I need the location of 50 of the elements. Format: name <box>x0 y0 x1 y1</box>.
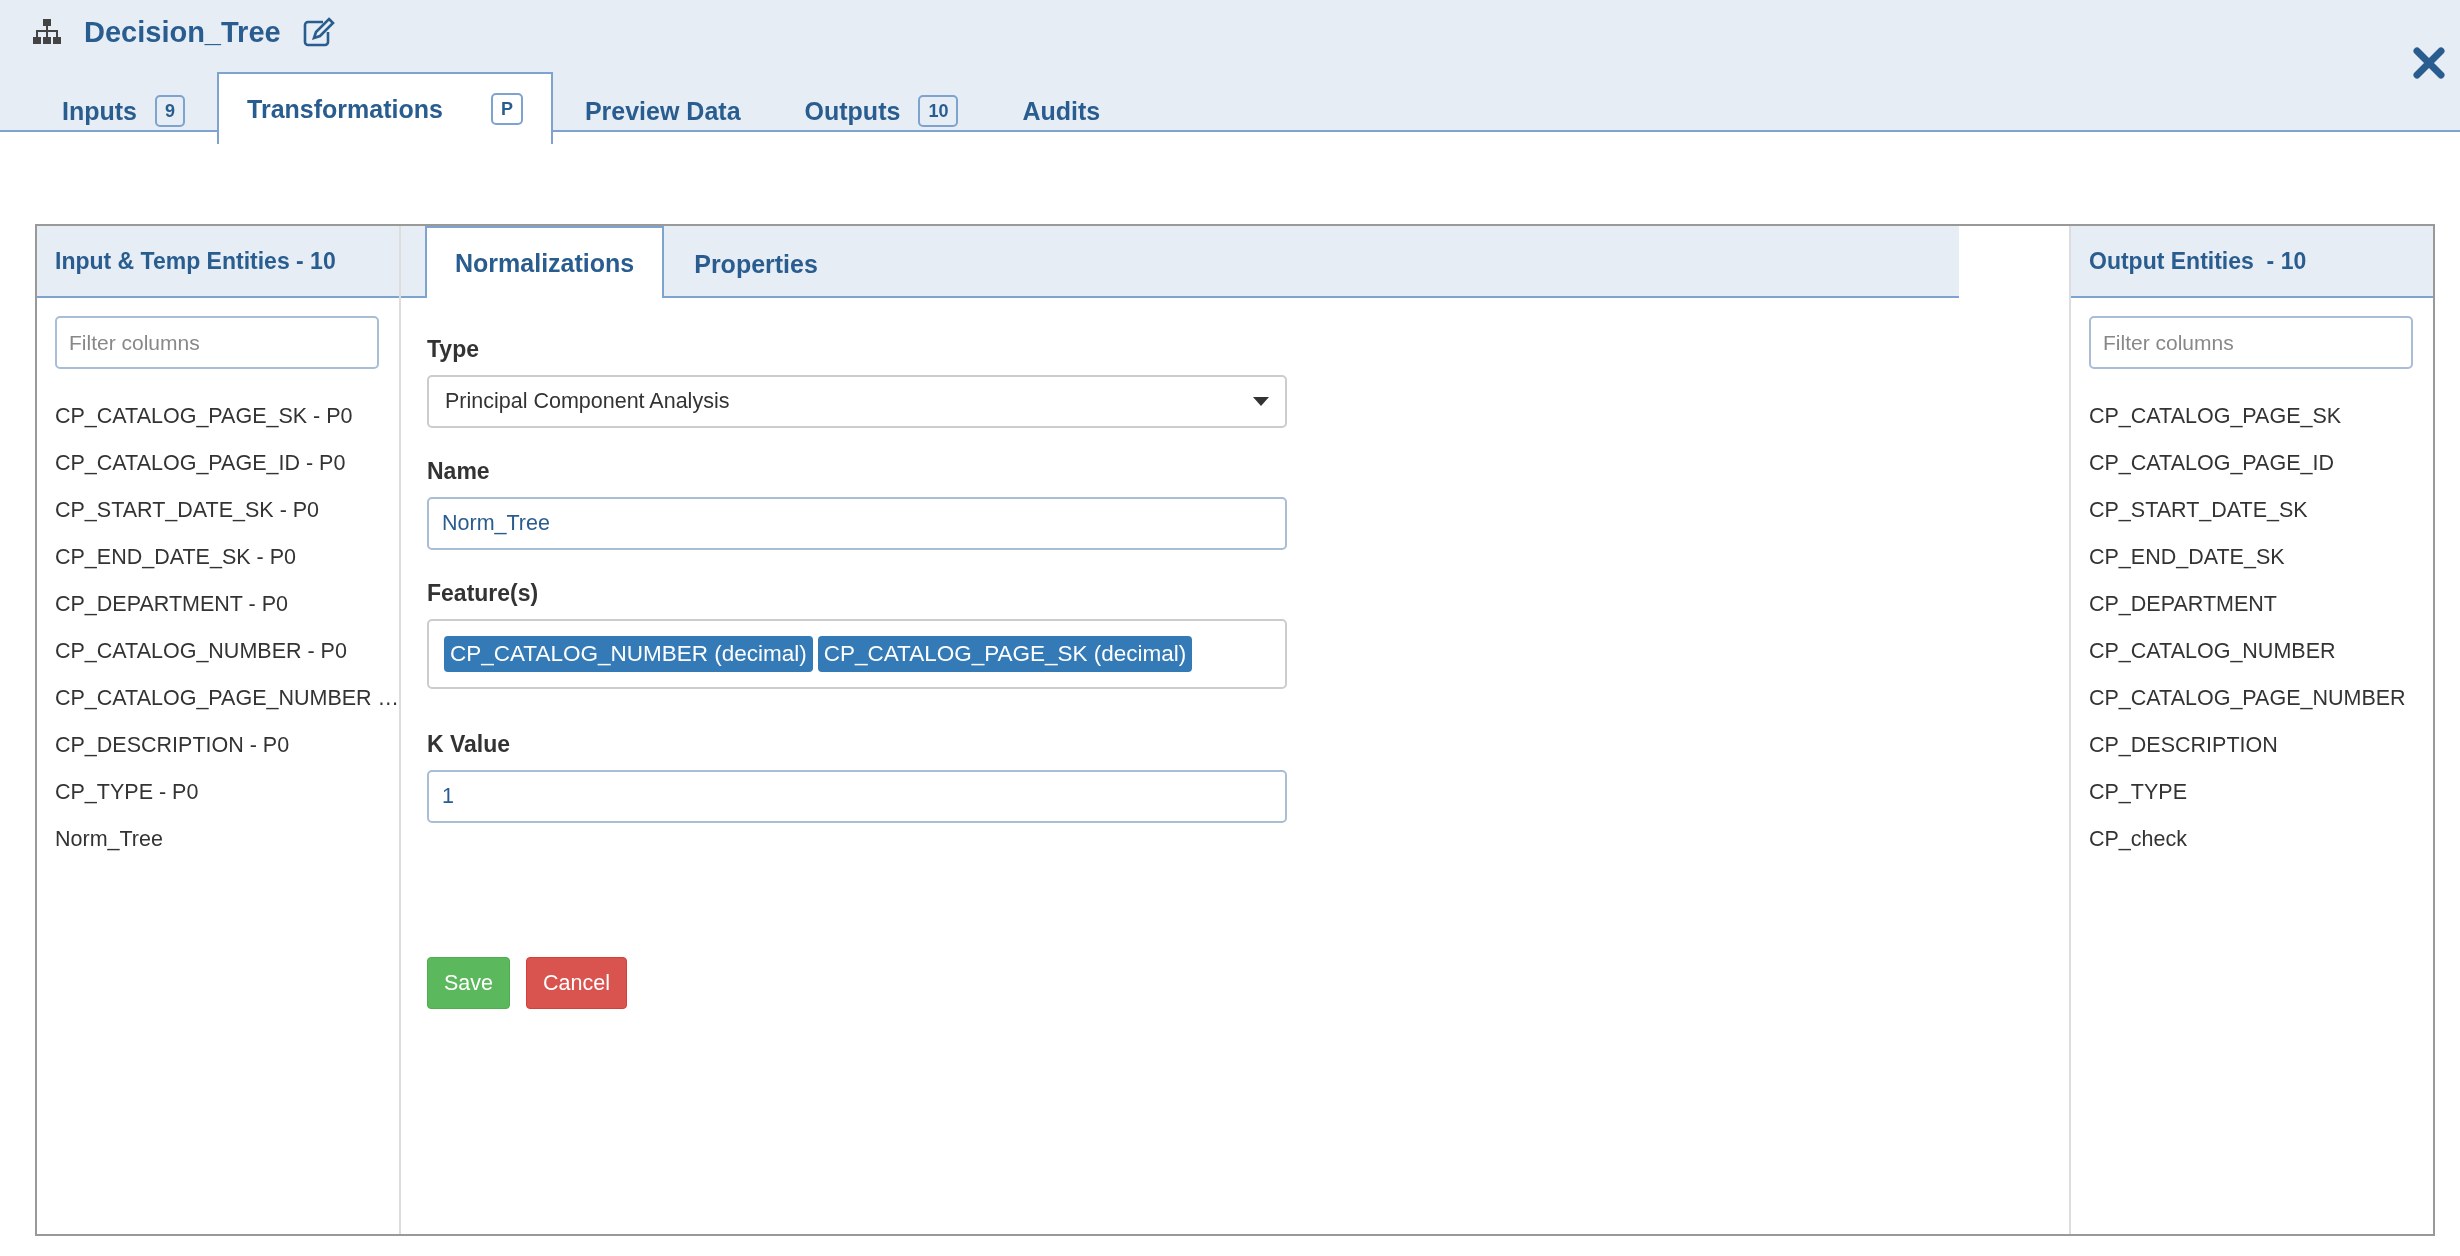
column-item[interactable]: CP_DESCRIPTION <box>2089 722 2433 769</box>
caret-icon <box>1253 397 1269 406</box>
panel-header: Output Entities - 10 <box>2071 226 2433 298</box>
field-label: Feature(s) <box>427 580 540 607</box>
field-label: K Value <box>427 731 512 758</box>
column-item[interactable]: CP_TYPE <box>2089 769 2433 816</box>
nav-tab[interactable]: Preview Data <box>552 76 773 144</box>
editor-tab[interactable]: Properties <box>664 228 848 298</box>
column-item[interactable]: Norm_Tree <box>55 816 399 863</box>
filter-field[interactable]: Filter columns <box>2089 316 2413 369</box>
column-item[interactable]: CP_CATALOG_NUMBER <box>2089 628 2433 675</box>
close-icon[interactable] <box>2412 46 2446 80</box>
nav-tab[interactable]: Audits <box>990 76 1133 144</box>
column-item[interactable]: CP_START_DATE_SK - P0 <box>55 487 399 534</box>
cancel-button[interactable]: Cancel <box>526 957 627 1009</box>
column-item[interactable]: CP_CATALOG_NUMBER - P0 <box>55 628 399 675</box>
column-item[interactable]: CP_check <box>2089 816 2433 863</box>
column-item[interactable]: CP_END_DATE_SK - P0 <box>55 534 399 581</box>
name-field[interactable]: Norm_Tree <box>427 497 1287 550</box>
column-item[interactable]: CP_DEPARTMENT - P0 <box>55 581 399 628</box>
column-item[interactable]: CP_CATALOG_PAGE_ID - P0 <box>55 440 399 487</box>
nav-tab[interactable]: Inputs 9 <box>30 76 217 144</box>
column-item[interactable]: CP_CATALOG_PAGE_ID <box>2089 440 2433 487</box>
nav-tab[interactable]: Outputs 10 <box>772 76 991 144</box>
column-item[interactable]: CP_TYPE - P0 <box>55 769 399 816</box>
column-item[interactable]: CP_CATALOG_PAGE_NUMBER <box>2089 675 2433 722</box>
feature-tag[interactable]: CP_CATALOG_NUMBER (decimal) <box>444 636 813 672</box>
field-label: Type <box>427 336 480 363</box>
column-item[interactable]: CP_CATALOG_PAGE_SK - P0 <box>55 393 399 440</box>
column-item[interactable]: CP_END_DATE_SK <box>2089 534 2433 581</box>
column-item[interactable]: CP_DESCRIPTION - P0 <box>55 722 399 769</box>
nav-tab[interactable]: Transformations P <box>217 72 553 144</box>
feature-tag[interactable]: CP_CATALOG_PAGE_SK (decimal) <box>817 636 1193 672</box>
window-title: Decision_Tree <box>84 15 281 49</box>
type-select[interactable]: Principal Component Analysis <box>427 375 1287 428</box>
edit-icon[interactable] <box>302 17 335 47</box>
column-item[interactable]: CP_CATALOG_PAGE_NUMBER … <box>55 675 399 722</box>
column-item[interactable]: CP_DEPARTMENT <box>2089 581 2433 628</box>
count-badge: 10 <box>918 95 959 127</box>
column-item[interactable]: CP_START_DATE_SK <box>2089 487 2433 534</box>
features-field[interactable]: CP_CATALOG_NUMBER (decimal) CP_CATALOG_PAGE_SK (decimal) <box>427 619 1287 689</box>
count-badge: P <box>490 93 523 125</box>
editor-tab[interactable]: Normalizations <box>425 226 665 298</box>
panel-header: Input & Temp Entities - 10 <box>37 226 399 298</box>
field-label: Name <box>427 458 491 485</box>
column-item[interactable]: CP_CATALOG_PAGE_SK <box>2089 393 2433 440</box>
k-value-field[interactable]: 1 <box>427 770 1287 823</box>
count-badge: 9 <box>155 95 185 127</box>
filter-field[interactable]: Filter columns <box>55 316 379 369</box>
hierarchy-icon <box>32 19 62 45</box>
